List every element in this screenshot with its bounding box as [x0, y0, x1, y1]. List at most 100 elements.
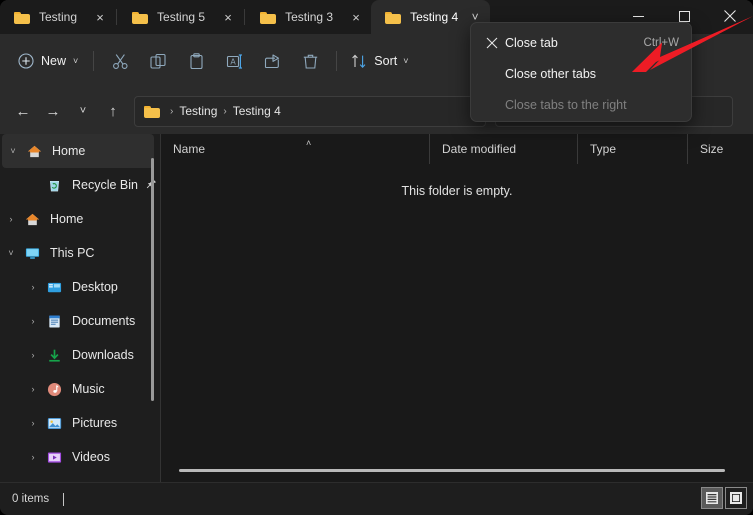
rename-button[interactable]: A [215, 45, 253, 77]
tab-close-icon[interactable]: × [345, 6, 367, 28]
folder-icon [385, 11, 402, 24]
chevron-down-icon[interactable]: ˅ [403, 56, 408, 66]
cut-button[interactable] [101, 45, 139, 77]
toolbar-separator [336, 51, 338, 71]
sidebar-item-this-pc[interactable]: ˅ This PC [0, 236, 160, 270]
rename-icon: A [226, 53, 242, 69]
view-toggle-group [701, 487, 747, 509]
music-icon [44, 382, 64, 397]
sidebar-item-music[interactable]: › Music [0, 372, 160, 406]
desktop-icon [44, 280, 64, 295]
back-button[interactable]: ← [8, 96, 38, 126]
column-header-name[interactable]: Name ˄ [161, 134, 429, 164]
sort-ascending-icon: ˄ [306, 138, 312, 148]
sidebar-scrollbar[interactable] [151, 158, 154, 401]
sidebar-item-desktop[interactable]: › Desktop [0, 270, 160, 304]
column-header-label: Type [590, 142, 617, 156]
file-explorer-window: Testing × Testing 5 × Testing 3 × Testin… [0, 0, 753, 515]
tab-label: Testing 3 [285, 10, 334, 24]
horizontal-scrollbar-thumb[interactable] [179, 469, 725, 472]
sidebar-item-videos[interactable]: › Videos [0, 440, 160, 474]
breadcrumb-separator: › [170, 105, 174, 117]
close-icon[interactable] [707, 0, 753, 32]
paste-button[interactable] [177, 45, 215, 77]
recent-locations-button[interactable]: ˅ [68, 96, 98, 126]
sidebar-item-pictures[interactable]: › Pictures [0, 406, 160, 440]
menu-item-close-tab[interactable]: Close tab Ctrl+W [471, 27, 691, 58]
chevron-down-icon[interactable]: ˅ [0, 248, 22, 258]
column-headers: Name ˄ Date modified Type Size [161, 134, 753, 164]
new-button-label: New [41, 54, 67, 68]
delete-button[interactable] [291, 45, 329, 77]
item-count-label: 0 items [12, 493, 50, 505]
menu-item-label: Close tabs to the right [505, 97, 627, 112]
column-header-label: Name [173, 142, 206, 156]
share-icon [264, 53, 279, 68]
copy-icon [150, 53, 166, 69]
sort-button[interactable]: Sort ˅ [344, 45, 415, 77]
chevron-right-icon[interactable]: › [22, 350, 44, 360]
tab-testing[interactable]: Testing × [0, 0, 115, 34]
chevron-right-icon[interactable]: › [22, 282, 44, 292]
horizontal-scrollbar[interactable] [165, 466, 749, 476]
sidebar-item-label: This PC [50, 246, 95, 260]
menu-item-close-other-tabs[interactable]: Close other tabs [471, 58, 691, 89]
svg-text:A: A [230, 57, 236, 66]
folder-icon [260, 11, 277, 24]
breadcrumb-testing[interactable]: Testing [179, 104, 217, 118]
file-list-pane[interactable]: Name ˄ Date modified Type Size This fold… [161, 134, 753, 482]
trash-icon [303, 54, 317, 69]
sidebar-item-downloads[interactable]: › Downloads [0, 338, 160, 372]
chevron-right-icon[interactable]: › [0, 214, 22, 224]
column-header-type[interactable]: Type [577, 134, 687, 164]
navigation-sidebar[interactable]: ˅ Home Recycle Bin › Home ˅ This PC › De… [0, 134, 160, 482]
documents-icon [44, 314, 64, 329]
sort-icon [352, 54, 366, 68]
tab-separator [244, 9, 246, 25]
sidebar-item-recycle-bin[interactable]: Recycle Bin [0, 168, 160, 202]
column-header-label: Date modified [442, 142, 517, 156]
status-bar: 0 items [0, 482, 753, 515]
tab-testing-5[interactable]: Testing 5 × [118, 0, 243, 34]
share-button[interactable] [253, 45, 291, 77]
downloads-icon [44, 348, 64, 363]
forward-button[interactable]: → [38, 96, 68, 126]
videos-icon [44, 450, 64, 465]
menu-item-accelerator: Ctrl+W [643, 36, 679, 49]
column-header-size[interactable]: Size [687, 134, 753, 164]
pictures-icon [44, 416, 64, 431]
new-button[interactable]: New ˅ [12, 45, 86, 77]
menu-item-close-tabs-to-the-right: Close tabs to the right [471, 89, 691, 120]
sidebar-item-label: Home [50, 212, 84, 226]
up-button[interactable]: ↑ [98, 96, 128, 126]
this-pc-icon [22, 246, 42, 261]
breadcrumb-testing-4[interactable]: Testing 4 [233, 104, 281, 118]
tab-testing-3[interactable]: Testing 3 × [246, 0, 371, 34]
chevron-down-icon[interactable]: ˅ [2, 146, 24, 156]
chevron-right-icon[interactable]: › [22, 384, 44, 394]
tab-close-icon[interactable]: × [217, 6, 239, 28]
tab-close-icon[interactable]: × [89, 6, 111, 28]
sidebar-item-label: Desktop [72, 280, 118, 294]
chevron-down-icon[interactable]: ˅ [73, 56, 78, 66]
address-bar[interactable]: › Testing › Testing 4 ˅ [134, 95, 486, 127]
chevron-right-icon[interactable]: › [22, 452, 44, 462]
column-header-date-modified[interactable]: Date modified [429, 134, 577, 164]
folder-icon [144, 105, 160, 118]
close-icon [479, 37, 505, 49]
chevron-right-icon[interactable]: › [22, 418, 44, 428]
sidebar-item-documents[interactable]: › Documents [0, 304, 160, 338]
copy-button[interactable] [139, 45, 177, 77]
menu-item-label: Close other tabs [505, 66, 597, 81]
large-icons-view-button[interactable] [725, 487, 747, 509]
chevron-right-icon[interactable]: › [22, 316, 44, 326]
recycle-bin-icon [44, 178, 64, 193]
sidebar-item-home-2[interactable]: › Home [0, 202, 160, 236]
tab-context-menu[interactable]: Close tab Ctrl+W Close other tabs Close … [470, 22, 692, 122]
column-header-label: Size [700, 142, 724, 156]
sort-button-label: Sort [374, 54, 398, 68]
details-view-button[interactable] [701, 487, 723, 509]
tab-label: Testing 4 [410, 10, 459, 24]
sidebar-item-home[interactable]: ˅ Home [2, 134, 154, 168]
paste-icon [190, 52, 203, 69]
